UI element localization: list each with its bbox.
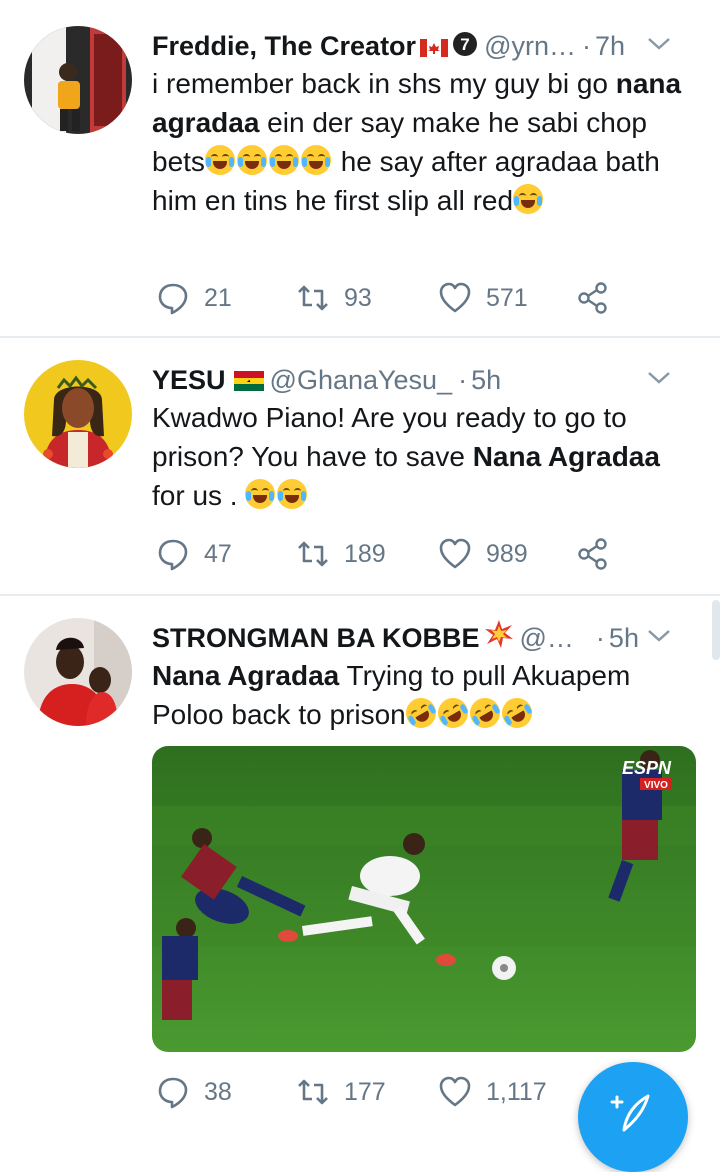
timestamp[interactable]: 7h	[595, 31, 625, 61]
caret-down-icon[interactable]	[646, 626, 672, 646]
like-icon	[439, 282, 471, 313]
caret-down-icon[interactable]	[646, 34, 672, 54]
tweet-text: i remember back in shs my guy bi go nana…	[152, 64, 692, 220]
retweet-icon	[298, 541, 328, 567]
tweet-2[interactable]: YESU @GhanaYesu_ · 5h Kwadwo Piano! Are you…	[0, 338, 720, 594]
display-name[interactable]: STRONGMAN BA KOBBE	[152, 623, 480, 653]
reply-count: 38	[204, 1077, 232, 1106]
handle[interactable]: @…	[520, 623, 574, 653]
like-count: 1,117	[486, 1077, 547, 1106]
separator-dot: ·	[458, 365, 468, 395]
tweet-3[interactable]: STRONGMAN BA KOBBE @… · 5h Nana Agradaa Try…	[0, 596, 720, 1131]
retweet-count: 177	[344, 1077, 386, 1106]
crying-emoji-icon	[513, 184, 544, 214]
collision-emoji-icon	[484, 619, 514, 660]
separator-dot: ·	[595, 623, 605, 653]
tweet-header: STRONGMAN BA KOBBE @… · 5h	[152, 618, 700, 658]
joy-emoji-icon	[268, 145, 299, 175]
retweet-button[interactable]: 189	[296, 534, 386, 574]
share-button[interactable]	[576, 534, 624, 574]
retweet-count: 189	[344, 539, 386, 568]
share-icon	[578, 282, 607, 314]
like-count: 571	[486, 283, 528, 312]
retweet-count: 93	[344, 283, 372, 312]
tweet-header: Freddie, The Creator 7 @yrn… · 7h	[152, 26, 700, 66]
ghana-flag-icon	[233, 362, 264, 402]
tweet-media-image[interactable]: ESPN VIVO	[152, 746, 696, 1052]
timestamp[interactable]: 5h	[471, 365, 501, 395]
live-label: VIVO	[644, 780, 668, 791]
tweet-text: Kwadwo Piano! Are you ready to go to pri…	[152, 398, 692, 515]
tweet-actions: 38 177 1,117	[152, 1072, 622, 1112]
joy-emoji-icon	[236, 145, 267, 175]
handle[interactable]: @yrn…	[484, 31, 576, 61]
retweet-button[interactable]: 177	[296, 1072, 386, 1112]
rofl-emoji-icon	[464, 692, 506, 734]
broadcaster-logo: ESPN	[622, 758, 672, 778]
reply-count: 21	[204, 283, 232, 312]
like-button[interactable]: 1,117	[438, 1072, 547, 1112]
mention-bold: Nana Agradaa	[472, 441, 660, 472]
tweet-actions: 21 93 571	[152, 278, 622, 318]
caret-down-icon[interactable]	[646, 368, 672, 388]
joy-emoji-icon	[245, 479, 276, 509]
reply-icon	[158, 539, 188, 571]
like-button[interactable]: 989	[438, 534, 528, 574]
share-button[interactable]	[576, 278, 624, 318]
joy-emoji-icon	[277, 479, 308, 509]
tweet-1[interactable]: Freddie, The Creator 7 @yrn… · 7h i remember…	[0, 0, 720, 336]
avatar[interactable]	[24, 360, 132, 468]
share-icon	[578, 538, 607, 570]
reply-button[interactable]: 38	[156, 1072, 232, 1112]
timestamp[interactable]: 5h	[609, 623, 639, 653]
reply-button[interactable]: 47	[156, 534, 232, 574]
compose-icon	[610, 1094, 650, 1132]
joy-emoji-icon	[204, 145, 235, 175]
tweet-actions: 47 189 989	[152, 534, 622, 574]
text-segment: for us .	[152, 480, 246, 511]
mention-bold: Nana Agradaa	[152, 660, 340, 691]
canada-flag-icon	[420, 28, 449, 68]
rofl-emoji-icon	[496, 692, 538, 734]
rofl-emoji-icon	[400, 692, 442, 734]
separator-dot: ·	[581, 31, 591, 61]
display-name[interactable]: YESU	[152, 365, 226, 395]
avatar[interactable]	[24, 618, 132, 726]
joy-emoji-icon	[300, 145, 331, 175]
compose-tweet-button[interactable]	[578, 1062, 688, 1172]
text-segment: i remember back in shs my guy bi go	[152, 68, 616, 99]
badge-icon: 7	[452, 28, 478, 68]
retweet-button[interactable]: 93	[296, 278, 372, 318]
badge-number: 7	[460, 35, 469, 54]
reply-icon	[158, 1077, 188, 1109]
scroll-edge[interactable]	[712, 600, 720, 660]
display-name[interactable]: Freddie, The Creator	[152, 31, 416, 61]
like-icon	[439, 538, 471, 569]
like-button[interactable]: 571	[438, 278, 528, 318]
reply-count: 47	[204, 539, 232, 568]
avatar[interactable]	[24, 26, 132, 134]
retweet-icon	[298, 285, 328, 311]
handle[interactable]: @GhanaYesu_	[270, 365, 453, 395]
retweet-icon	[298, 1079, 328, 1105]
tweet-header: YESU @GhanaYesu_ · 5h	[152, 360, 700, 400]
like-icon	[439, 1076, 471, 1107]
reply-button[interactable]: 21	[156, 278, 232, 318]
reply-icon	[158, 283, 188, 315]
like-count: 989	[486, 539, 528, 568]
rofl-emoji-icon	[432, 692, 474, 734]
tweet-text: Nana Agradaa Trying to pull Akuapem Polo…	[152, 656, 692, 734]
